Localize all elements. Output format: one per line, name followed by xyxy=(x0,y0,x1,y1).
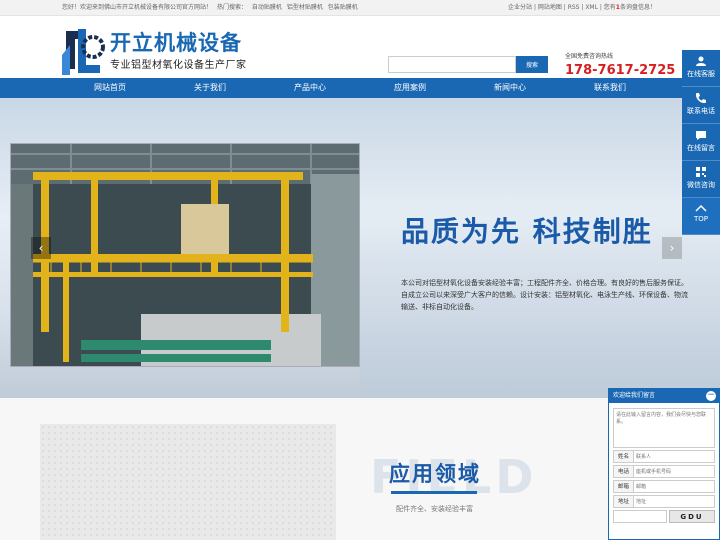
factory-illustration xyxy=(11,144,359,366)
phone-field[interactable] xyxy=(633,465,715,478)
section-subtitle: 配件齐全、安装经验丰富 xyxy=(396,505,473,513)
search-button[interactable]: 搜索 xyxy=(516,56,548,73)
hot-search-link[interactable]: 包装贴膜机 xyxy=(328,4,358,11)
sidebar-phone[interactable]: 联系电话 xyxy=(682,87,720,124)
chat-icon xyxy=(696,131,706,140)
logo[interactable]: 开立机械设备 专业铝型材氧化设备生产厂家 xyxy=(60,25,250,83)
sidebar-label: TOP xyxy=(693,215,708,223)
user-icon xyxy=(696,56,706,66)
address-label: 地址 xyxy=(613,495,633,508)
name-field[interactable] xyxy=(633,450,715,463)
nav-item-home[interactable]: 网站首页 xyxy=(60,78,160,98)
email-row: 邮箱 xyxy=(613,480,715,493)
factory-photo xyxy=(10,143,360,367)
section-title-underline xyxy=(391,491,477,494)
main-nav: 网站首页 关于我们 产品中心 应用案例 新闻中心 联系我们 xyxy=(0,78,720,98)
captcha-row: GDU xyxy=(613,510,715,523)
top-bar-left: 您好！欢迎来到佛山市开立机械设备有限公司官方网站！ 热门搜索： 自动贴膜机 铝型… xyxy=(62,0,361,16)
hot-search-link[interactable]: 自动贴膜机 xyxy=(252,4,282,11)
section-title: 应用领域 xyxy=(389,462,481,486)
search-input[interactable] xyxy=(388,56,516,73)
sidebar-online-service[interactable]: 在线客服 xyxy=(682,50,720,87)
banner-headline: 品质为先 科技制胜 xyxy=(401,215,653,248)
hotline-number: 178-7617-2725 xyxy=(565,63,676,78)
top-bar: 您好！欢迎来到佛山市开立机械设备有限公司官方网站！ 热门搜索： 自动贴膜机 铝型… xyxy=(0,0,720,16)
hotline-label: 全国免费咨询热线 xyxy=(565,53,614,60)
logo-title: 开立机械设备 xyxy=(110,31,242,55)
message-box: 欢迎给我们留言 − 姓名 电话 邮箱 地址 GDU xyxy=(608,388,720,540)
hotline: 全国免费咨询热线 178-7617-2725 xyxy=(565,51,675,78)
captcha-input[interactable] xyxy=(613,510,667,523)
email-label: 邮箱 xyxy=(613,480,633,493)
sidebar-label: 在线客服 xyxy=(687,70,715,78)
sidebar-label: 微信咨询 xyxy=(687,181,715,189)
inquiry-text[interactable]: 条询盘信息！ xyxy=(620,4,656,11)
address-row: 地址 xyxy=(613,495,715,508)
name-label: 姓名 xyxy=(613,450,633,463)
application-image-placeholder xyxy=(40,424,336,540)
email-field[interactable] xyxy=(633,480,715,493)
top-bar-right: 企业分站 | 网站地图 | RSS | XML | 您有1条询盘信息！ xyxy=(508,0,656,16)
search-bar: 搜索 xyxy=(388,56,548,73)
floating-sidebar: 在线客服 联系电话 在线留言 微信咨询 TOP xyxy=(682,50,720,235)
message-box-header: 欢迎给我们留言 − xyxy=(609,389,719,403)
sidebar-wechat[interactable]: 微信咨询 xyxy=(682,161,720,198)
nav-item-news[interactable]: 新闻中心 xyxy=(460,78,560,98)
chevron-left-icon: ‹ xyxy=(38,241,44,255)
chevron-up-icon xyxy=(695,204,707,212)
top-links[interactable]: 企业分站 | 网站地图 | RSS | XML | 您有 xyxy=(508,4,616,11)
logo-slogan: 专业铝型材氧化设备生产厂家 xyxy=(110,60,247,71)
message-box-title: 欢迎给我们留言 xyxy=(613,392,656,399)
banner-next-arrow[interactable]: › xyxy=(662,237,682,259)
welcome-text: 您好！欢迎来到佛山市开立机械设备有限公司官方网站！ xyxy=(62,4,213,11)
nav-item-contact[interactable]: 联系我们 xyxy=(560,78,660,98)
hot-search-link[interactable]: 铝型材贴膜机 xyxy=(287,4,323,11)
sidebar-label: 联系电话 xyxy=(687,107,715,115)
qrcode-icon xyxy=(696,167,706,177)
chevron-right-icon: › xyxy=(669,241,675,255)
sidebar-message[interactable]: 在线留言 xyxy=(682,124,720,161)
minimize-icon[interactable]: − xyxy=(706,391,716,401)
message-content-field[interactable] xyxy=(613,408,715,448)
captcha-image[interactable]: GDU xyxy=(669,510,715,523)
logo-gear-icon xyxy=(62,29,105,75)
name-row: 姓名 xyxy=(613,450,715,463)
nav-item-about[interactable]: 关于我们 xyxy=(160,78,260,98)
nav-item-cases[interactable]: 应用案例 xyxy=(360,78,460,98)
phone-icon xyxy=(696,93,706,103)
phone-row: 电话 xyxy=(613,465,715,478)
header: 开立机械设备 专业铝型材氧化设备生产厂家 搜索 全国免费咨询热线 178-761… xyxy=(0,16,720,78)
sidebar-label: 在线留言 xyxy=(687,144,715,152)
sidebar-back-to-top[interactable]: TOP xyxy=(682,198,720,235)
hero-banner: ‹ › 品质为先 科技制胜 本公司对铝型材氧化设备安装经验丰富；工程配件齐全、价… xyxy=(0,98,720,398)
banner-description: 本公司对铝型材氧化设备安装经验丰富；工程配件齐全、价格合理。有良好的售后服务保证… xyxy=(401,279,688,311)
banner-prev-arrow[interactable]: ‹ xyxy=(31,237,51,259)
hot-search-label: 热门搜索： xyxy=(216,4,247,11)
nav-item-products[interactable]: 产品中心 xyxy=(260,78,360,98)
phone-label: 电话 xyxy=(613,465,633,478)
address-field[interactable] xyxy=(633,495,715,508)
